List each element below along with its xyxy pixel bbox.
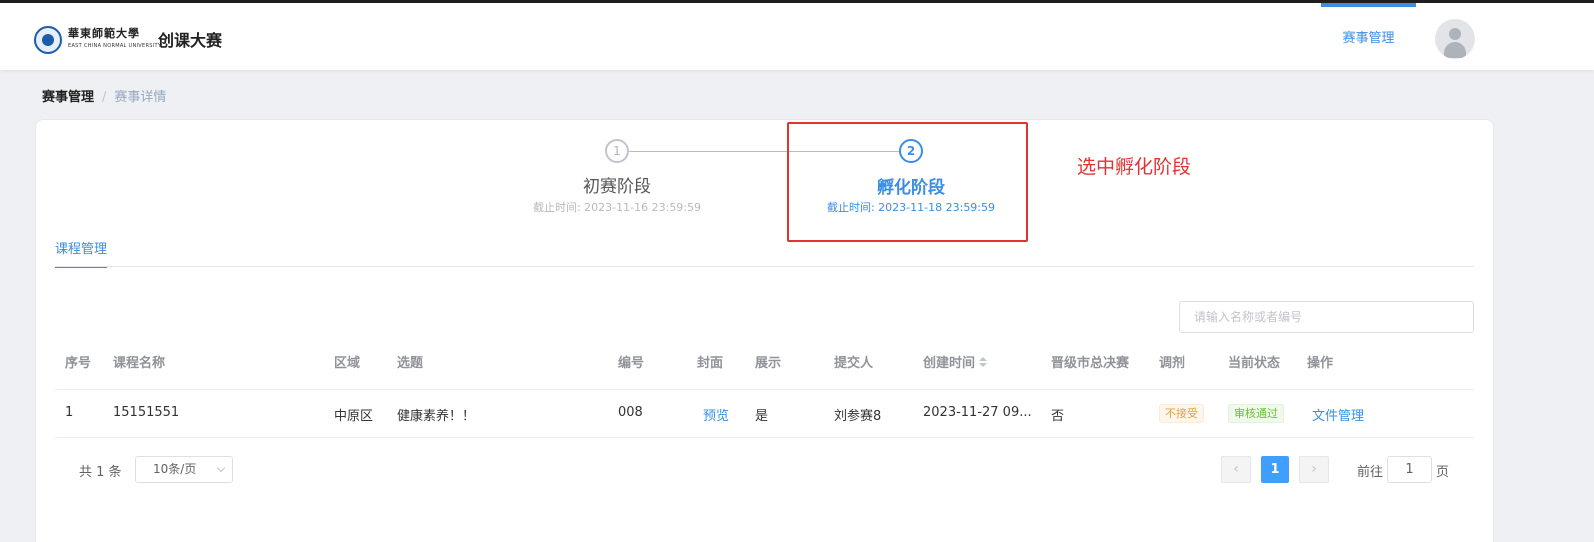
column-header-transfer: 调剂	[1159, 356, 1186, 371]
cell-promoted: 否	[1051, 409, 1065, 424]
cell-created-time: 2023-11-27 09...	[923, 405, 1032, 420]
status-badge: 审核通过	[1228, 404, 1284, 423]
goto-page-input[interactable]	[1387, 456, 1432, 483]
breadcrumb-separator: /	[102, 90, 107, 105]
breadcrumb: 赛事管理 / 赛事详情	[42, 86, 166, 105]
goto-label: 前往	[1357, 465, 1384, 480]
transfer-tag: 不接受	[1159, 404, 1204, 423]
column-header-display: 展示	[755, 356, 782, 371]
logo-text: 華東師範大學	[68, 27, 140, 40]
breadcrumb-item-competition-management[interactable]: 赛事管理	[42, 90, 94, 105]
nav-item-competition-management[interactable]: 赛事管理	[1321, 3, 1416, 70]
prev-page-button[interactable]: ‹	[1221, 456, 1251, 483]
column-header-created-time[interactable]: 创建时间	[923, 352, 988, 371]
column-header-promoted: 晋级市总决赛	[1051, 356, 1130, 371]
app-title: 创课大赛	[158, 31, 223, 50]
breadcrumb-item-current: 赛事详情	[114, 90, 167, 105]
university-emblem-icon	[34, 26, 62, 54]
cell-course-name: 15151551	[113, 405, 180, 420]
chevron-down-icon	[216, 463, 226, 473]
avatar-body-shape	[1444, 42, 1466, 58]
search-input[interactable]	[1179, 301, 1474, 333]
step-1-deadline: 截止时间: 2023-11-16 23:59:59	[532, 201, 702, 214]
column-header-action: 操作	[1307, 356, 1334, 371]
tab-bar-divider	[55, 266, 1474, 267]
sort-caret-icon[interactable]	[979, 357, 988, 369]
cell-display: 是	[755, 409, 769, 424]
column-header-created-time-label: 创建时间	[923, 356, 976, 371]
table-row-divider	[55, 437, 1474, 438]
cell-topic: 健康素养！！	[397, 409, 476, 424]
column-header-topic: 选题	[397, 356, 424, 371]
column-header-course-name: 课程名称	[113, 356, 166, 371]
app-header: 華東師範大學 EAST CHINA NORMAL UNIVERSITY 创课大赛…	[0, 3, 1594, 70]
cell-region: 中原区	[334, 409, 374, 424]
column-header-index: 序号	[65, 356, 92, 371]
column-header-cover: 封面	[697, 356, 724, 371]
next-page-button[interactable]: ›	[1299, 456, 1329, 483]
page-number-current[interactable]: 1	[1261, 456, 1289, 483]
transfer-status-badge: 不接受	[1159, 404, 1204, 423]
avatar-head-shape	[1449, 28, 1461, 40]
tab-course-management[interactable]: 课程管理	[55, 238, 108, 268]
table-header-divider	[55, 389, 1474, 390]
column-header-region: 区域	[334, 356, 361, 371]
cell-code: 008	[618, 405, 643, 420]
column-header-code: 编号	[618, 356, 645, 371]
annotation-text: 选中孵化阶段	[1077, 156, 1192, 178]
step-1-circle[interactable]: 1	[605, 139, 629, 163]
annotation-highlight-box	[787, 122, 1028, 242]
pagination-total: 共 1 条	[79, 465, 122, 480]
logo-subtext: EAST CHINA NORMAL UNIVERSITY	[68, 43, 162, 49]
user-avatar-icon[interactable]	[1435, 19, 1475, 59]
step-1-title[interactable]: 初赛阶段	[517, 172, 717, 197]
cover-preview-link[interactable]: 预览	[703, 405, 729, 424]
goto-suffix: 页	[1436, 465, 1450, 480]
cell-submitter: 刘参赛8	[834, 409, 882, 424]
status-tag: 审核通过	[1228, 404, 1284, 423]
page-size-select[interactable]: 10条/页	[135, 456, 233, 483]
file-management-link[interactable]: 文件管理	[1312, 405, 1364, 424]
column-header-status: 当前状态	[1228, 356, 1281, 371]
cell-index: 1	[65, 405, 74, 420]
column-header-submitter: 提交人	[834, 356, 874, 371]
page-size-value: 10条/页	[153, 462, 197, 476]
